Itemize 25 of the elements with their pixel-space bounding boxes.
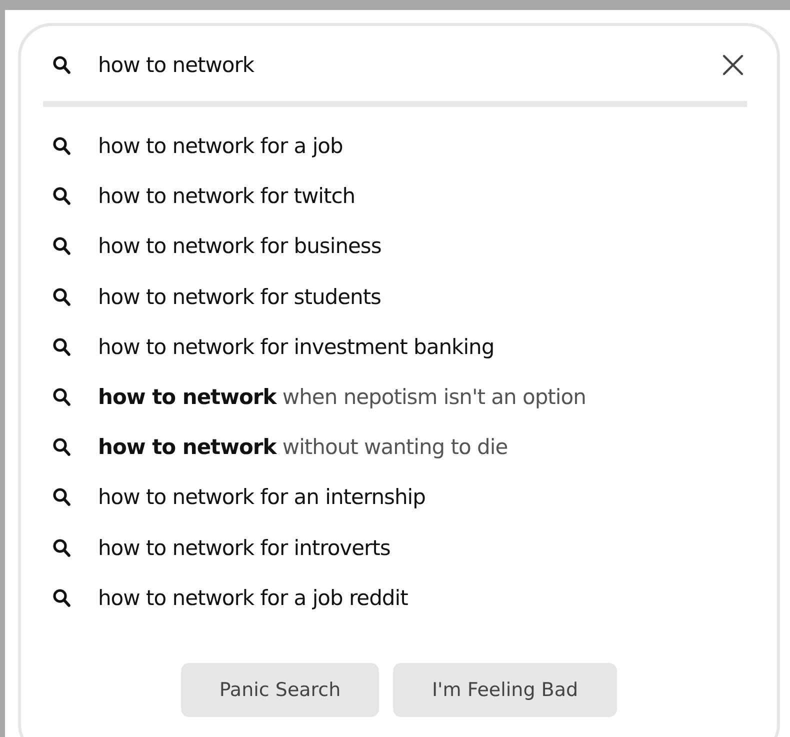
suggestion-item[interactable]: how to network for a job [98, 134, 343, 158]
search-icon [52, 487, 72, 508]
suggestion-item[interactable]: how to network for business [98, 234, 382, 258]
search-button[interactable]: Panic Search [181, 662, 379, 717]
search-icon [52, 55, 72, 75]
suggestion-item[interactable]: how to network for investment banking [98, 334, 494, 359]
close-icon[interactable] [722, 54, 744, 76]
search-icon [52, 236, 72, 256]
suggestion-item[interactable]: how to network for an internship [98, 485, 426, 510]
search-icon [52, 387, 72, 408]
suggestion-item[interactable]: how to network when nepotism isn't an option [98, 385, 586, 410]
search-icon [52, 186, 72, 206]
suggestion-item[interactable]: how to network for introverts [98, 536, 390, 560]
suggestion-item[interactable]: how to network without wanting to die [98, 435, 508, 460]
search-field[interactable]: how to network [98, 53, 722, 77]
search-icon [52, 588, 72, 608]
search-icon [52, 437, 72, 458]
search-button[interactable]: I'm Feeling Bad [393, 662, 617, 717]
suggestion-item[interactable]: how to network for a job reddit [98, 586, 408, 610]
suggestion-item[interactable]: how to network for students [98, 284, 381, 309]
search-icon [52, 336, 72, 357]
suggestion-item[interactable]: how to network for twitch [98, 184, 356, 208]
search-icon [52, 286, 72, 307]
search-icon [52, 538, 72, 558]
search-icon [52, 136, 72, 156]
